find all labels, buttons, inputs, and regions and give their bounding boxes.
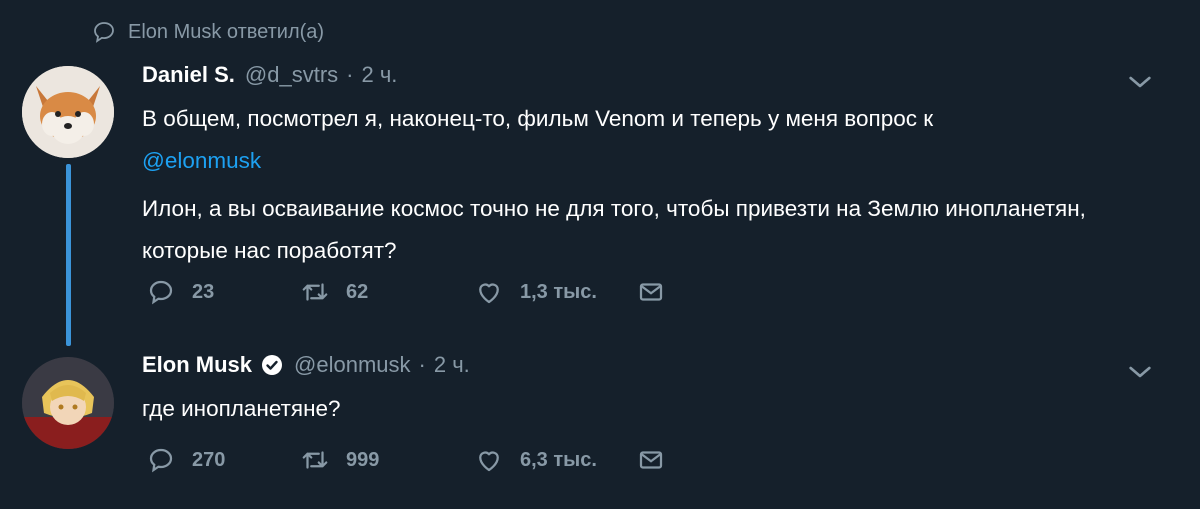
like-button[interactable]: 6,3 тыс.	[474, 445, 597, 475]
avatar[interactable]	[22, 66, 114, 158]
retweet-count: 999	[346, 448, 380, 471]
retweet-button[interactable]: 999	[300, 445, 379, 475]
like-count: 1,3 тыс.	[520, 280, 597, 303]
chevron-down-icon[interactable]	[1124, 66, 1156, 98]
tweet-text: В общем, посмотрел я, наконец-то, фильм …	[142, 98, 1170, 272]
tweet[interactable]: Daniel S. @d_svtrs · 2 ч. В общем, посмо…	[142, 58, 1170, 305]
author-name[interactable]: Daniel S.	[142, 62, 235, 88]
tweet-text-paragraph2: Илон, а вы осваивание космос точно не дл…	[142, 196, 1086, 263]
retweet-icon	[302, 283, 328, 301]
author-handle[interactable]: @d_svtrs	[245, 62, 338, 88]
reply-context: Elon Musk ответил(а)	[92, 20, 324, 44]
reply-icon	[149, 280, 173, 305]
envelope-icon	[639, 451, 663, 469]
anime-avatar-icon	[22, 357, 114, 449]
author-name[interactable]: Elon Musk	[142, 352, 252, 378]
reply-button[interactable]: 23	[146, 277, 214, 307]
direct-message-button[interactable]	[636, 445, 666, 475]
reply-count: 23	[192, 280, 215, 303]
like-count: 6,3 тыс.	[520, 448, 597, 471]
mention-link[interactable]: @elonmusk	[142, 140, 1170, 182]
tweet-text-line1: В общем, посмотрел я, наконец-то, фильм …	[142, 106, 934, 131]
direct-message-button[interactable]	[636, 277, 666, 307]
retweet-button[interactable]: 62	[300, 277, 368, 307]
verified-badge-icon	[262, 355, 283, 375]
retweet-count: 62	[346, 280, 369, 303]
tweet-time[interactable]: 2 ч.	[434, 352, 470, 378]
heart-icon	[479, 451, 499, 472]
tweet[interactable]: Elon Musk @elonmusk · 2 ч. где инопланет…	[142, 348, 1170, 473]
thread-line	[66, 164, 71, 346]
avatar[interactable]	[22, 357, 114, 449]
fox-avatar-icon	[22, 66, 114, 158]
author-handle[interactable]: @elonmusk	[294, 352, 411, 378]
reply-count: 270	[192, 448, 226, 471]
tweet-header: Daniel S. @d_svtrs · 2 ч.	[142, 58, 1170, 92]
reply-button[interactable]: 270	[146, 445, 225, 475]
like-button[interactable]: 1,3 тыс.	[474, 277, 597, 307]
tweet-header: Elon Musk @elonmusk · 2 ч.	[142, 348, 1170, 382]
tweet-text: где инопланетяне?	[142, 396, 341, 421]
reply-icon	[94, 22, 114, 43]
separator-dot: ·	[418, 352, 426, 377]
reply-context-text: Elon Musk ответил(а)	[128, 20, 325, 43]
separator-dot: ·	[346, 62, 354, 87]
heart-icon	[479, 283, 499, 304]
envelope-icon	[639, 283, 663, 301]
chevron-down-icon[interactable]	[1124, 356, 1156, 388]
reply-icon	[149, 448, 173, 473]
tweet-time[interactable]: 2 ч.	[362, 62, 398, 88]
retweet-icon	[302, 451, 328, 469]
